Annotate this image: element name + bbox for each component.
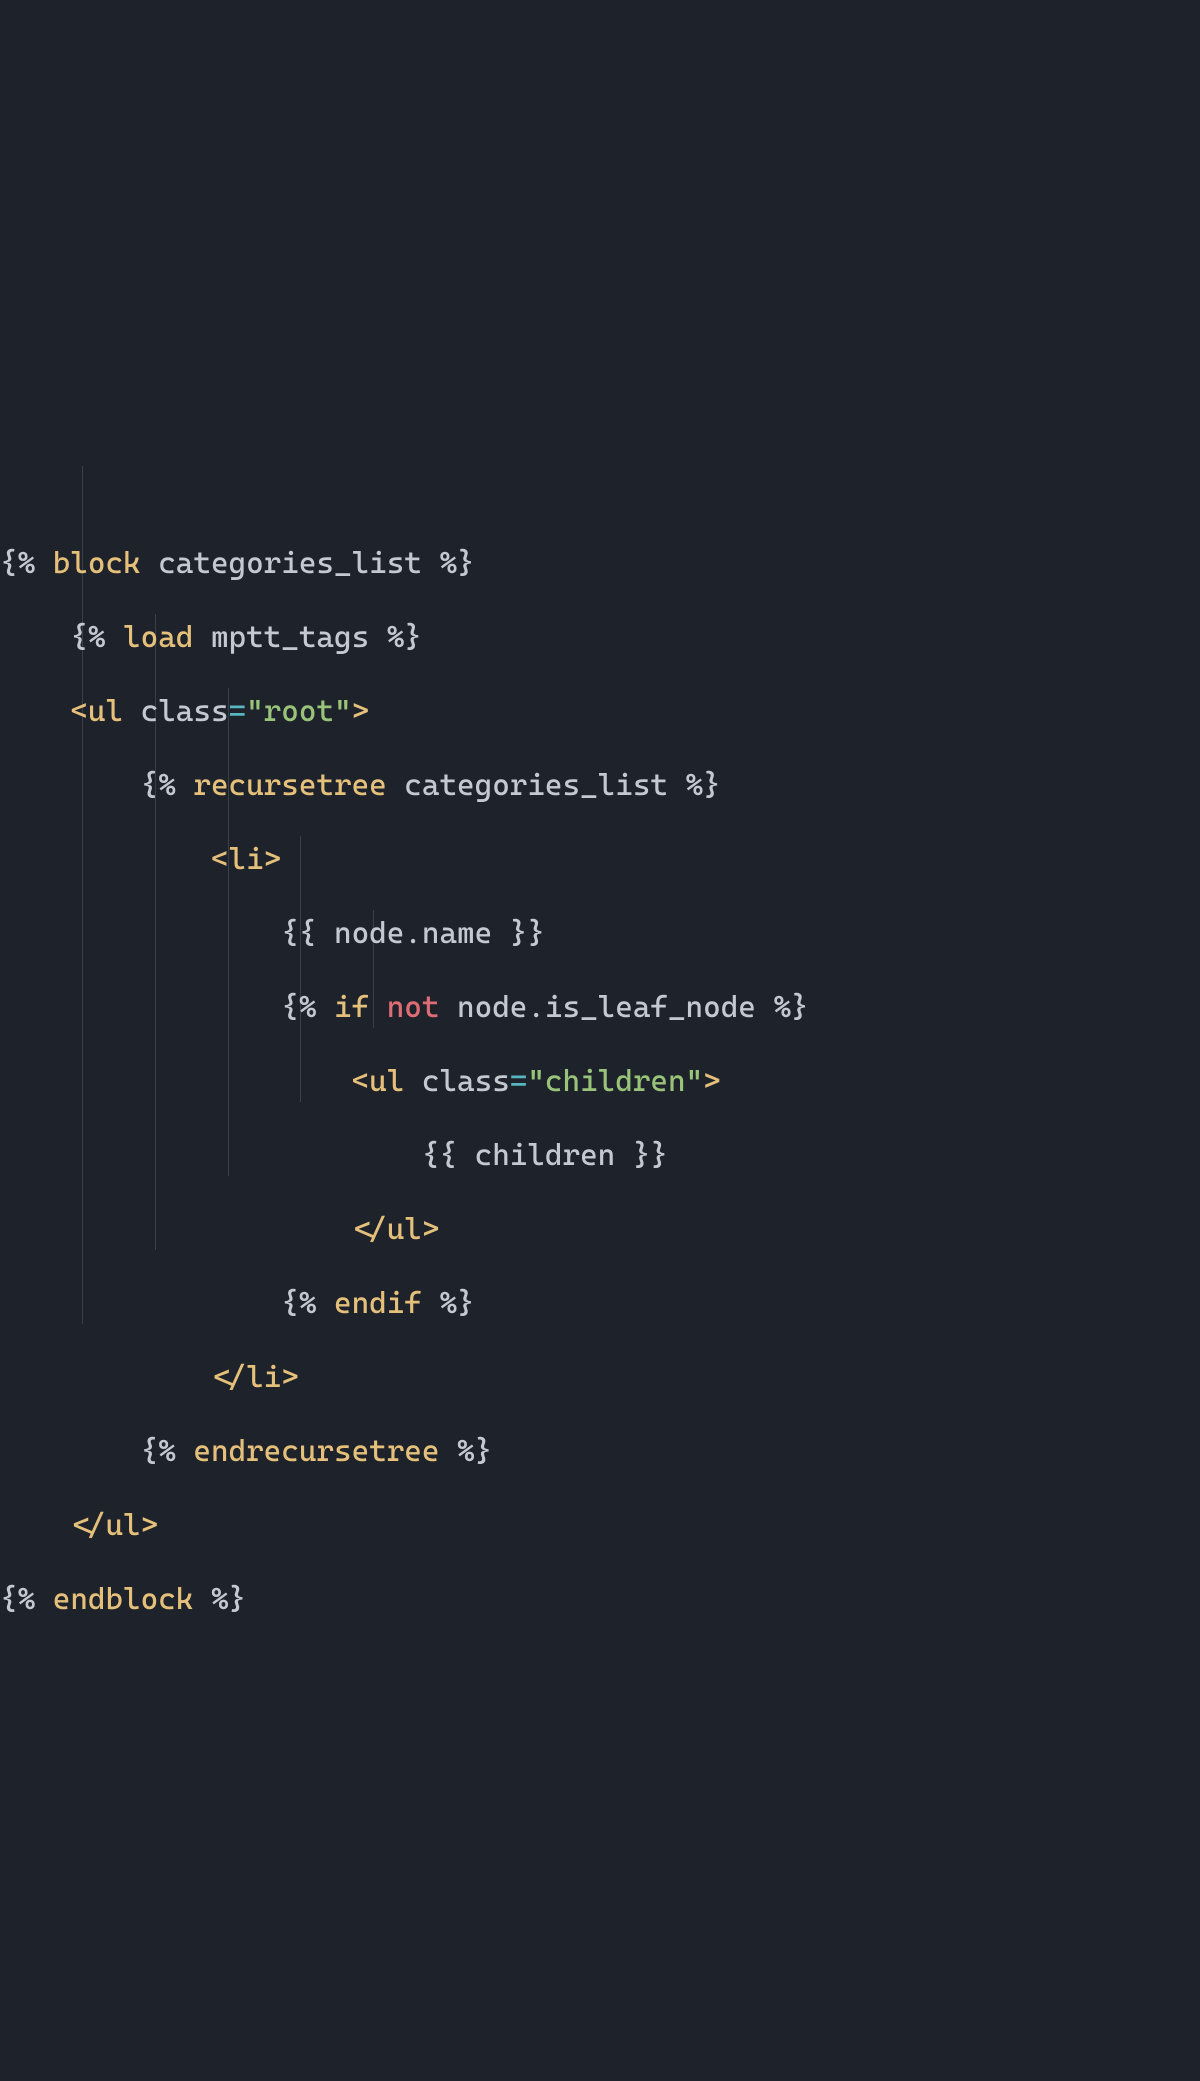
token-default: mptt_tags [193,620,386,655]
token-attr: class [141,694,229,729]
token-default: categories_list [387,768,686,803]
token-tag: > [281,1360,299,1395]
token-tag: < [70,694,88,729]
token-delim: {% [70,620,123,655]
token-tag: > [703,1064,721,1099]
token-delim: {% [281,990,334,1025]
token-tag: ul [105,1508,140,1543]
token-op: = [510,1064,528,1099]
token-delim: %} [686,768,721,803]
token-tag: </ [211,1360,246,1395]
token-keyword: if [334,990,369,1025]
token-keyword: endrecursetree [193,1434,439,1469]
token-default [369,990,387,1025]
code-line: </ul> [0,1193,1200,1267]
token-default [439,1434,457,1469]
token-tag: ul [88,694,123,729]
code-line: {{ children }} [0,1119,1200,1193]
token-tag: > [352,694,370,729]
token-tag: li [229,842,264,877]
code-line: <ul class="children"> [0,1045,1200,1119]
token-delim: {% [141,768,194,803]
token-default [193,1582,211,1617]
token-not: not [387,990,440,1025]
token-delim: {% [281,1286,334,1321]
token-delim: {% [0,546,53,581]
token-delim: %} [457,1434,492,1469]
token-default: {{ node.name }} [281,916,545,951]
token-delim: %} [439,546,474,581]
code-line: {% block categories_list %} [0,527,1200,601]
token-keyword: endif [334,1286,422,1321]
code-line: {% load mptt_tags %} [0,601,1200,675]
token-string: "children" [527,1064,703,1099]
token-tag: </ [70,1508,105,1543]
token-tag: ul [387,1212,422,1247]
token-tag: li [246,1360,281,1395]
token-default: categories_list [141,546,440,581]
token-tag: < [211,842,229,877]
token-delim: %} [773,990,808,1025]
token-delim: {% [141,1434,194,1469]
token-attr: class [422,1064,510,1099]
token-keyword: load [123,620,193,655]
token-delim: {% [0,1582,53,1617]
code-line: {% if not node.is_leaf_node %} [0,971,1200,1045]
code-text: {% block categories_list %} {% load mptt… [0,527,1200,1637]
code-line: {% endif %} [0,1267,1200,1341]
token-string: "root" [246,694,351,729]
token-default [123,694,141,729]
token-keyword: endblock [53,1582,194,1617]
code-line: {{ node.name }} [0,897,1200,971]
code-line: {% endblock %} [0,1563,1200,1637]
code-line: {% endrecursetree %} [0,1415,1200,1489]
code-block: {% block categories_list %} {% load mptt… [0,304,1200,1710]
token-delim: %} [387,620,422,655]
code-line: </ul> [0,1489,1200,1563]
token-delim: %} [439,1286,474,1321]
token-default: node.is_leaf_node [439,990,773,1025]
code-line: </li> [0,1341,1200,1415]
token-tag: > [422,1212,440,1247]
token-default [404,1064,422,1099]
token-tag: ul [369,1064,404,1099]
token-tag: < [352,1064,370,1099]
token-default [422,1286,440,1321]
token-default: {{ children }} [422,1138,668,1173]
token-tag: > [264,842,282,877]
token-keyword: recursetree [193,768,386,803]
code-line: <li> [0,823,1200,897]
token-tag: > [141,1508,159,1543]
token-delim: %} [211,1582,246,1617]
token-keyword: block [53,546,141,581]
token-tag: </ [352,1212,387,1247]
token-op: = [229,694,247,729]
code-line: <ul class="root"> [0,675,1200,749]
code-line: {% recursetree categories_list %} [0,749,1200,823]
